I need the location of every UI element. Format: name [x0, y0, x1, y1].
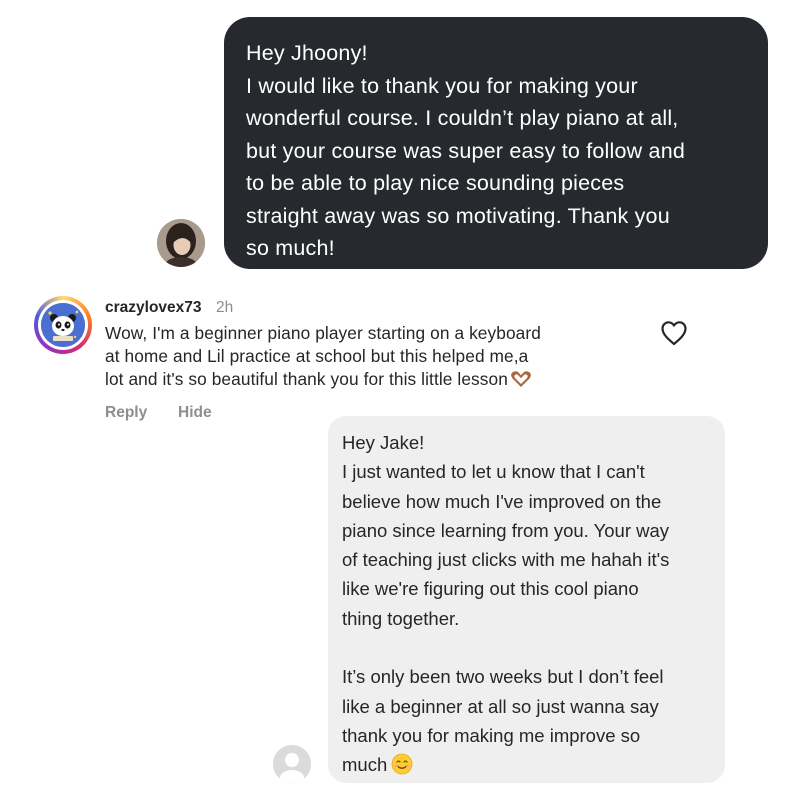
smiling-face-emoji-icon: [391, 753, 413, 783]
message-line: wonderful course. I couldn’t play piano …: [246, 106, 679, 130]
message-line: like a beginner at all so just wanna say: [342, 695, 659, 717]
comment-line: at home and Lil practice at school but t…: [105, 346, 529, 366]
message-line: piano since learning from you. Your way: [342, 519, 670, 541]
message-line-last: much: [342, 750, 711, 783]
avatar-photo: [157, 219, 205, 267]
message-line: It’s only been two weeks but I don’t fee…: [342, 666, 664, 688]
person-silhouette-icon: [273, 745, 311, 783]
message-line: like we're figuring out this cool piano: [342, 578, 639, 600]
avatar-ring-gap: [38, 300, 88, 350]
comment-line: Wow, I'm a beginner piano player startin…: [105, 323, 541, 343]
received-message-bubble-dark: Hey Jhoony! I would like to thank you fo…: [224, 17, 768, 269]
message-line: so much!: [246, 236, 335, 260]
commenter-avatar[interactable]: [34, 296, 92, 354]
message-line: I would like to thank you for making you…: [246, 73, 638, 98]
comment-line-text: lot and it's so beautiful thank you for …: [105, 369, 508, 389]
heart-hands-emoji-icon: [510, 370, 532, 394]
message-line: to be able to play nice sounding pieces: [246, 171, 625, 195]
panda-avatar-image: [41, 303, 85, 347]
message-line: believe how much I've improved on the: [342, 490, 662, 512]
message-line: I just wanted to let u know that I can't: [342, 461, 645, 483]
sender-avatar[interactable]: [157, 219, 205, 267]
panda-icon: [41, 303, 85, 347]
hide-button[interactable]: Hide: [178, 404, 212, 422]
message-line: but your course was super easy to follow…: [246, 138, 686, 163]
received-message-bubble-light: Hey Jake! I just wanted to let u know th…: [328, 416, 725, 783]
message-line: straight away was so motivating. Thank y…: [246, 203, 670, 228]
comment-username[interactable]: crazylovex73: [105, 299, 202, 317]
comment-line-last: lot and it's so beautiful thank you for …: [105, 368, 645, 394]
reply-button[interactable]: Reply: [105, 404, 147, 422]
message-line: Hey Jake!: [342, 432, 425, 453]
comment-body: Wow, I'm a beginner piano player startin…: [105, 322, 645, 394]
message-line: thing together.: [342, 607, 460, 629]
comment-timestamp: 2h: [216, 299, 234, 316]
default-user-avatar[interactable]: [273, 745, 311, 783]
message-line: of teaching just clicks with me hahah it…: [342, 549, 670, 571]
message-line: Hey Jhoony!: [246, 41, 368, 65]
message-line-text: much: [342, 754, 388, 776]
message-line-blank: [342, 633, 711, 662]
message-line: thank you for making me improve so: [342, 724, 641, 746]
like-heart-icon[interactable]: [660, 320, 688, 346]
